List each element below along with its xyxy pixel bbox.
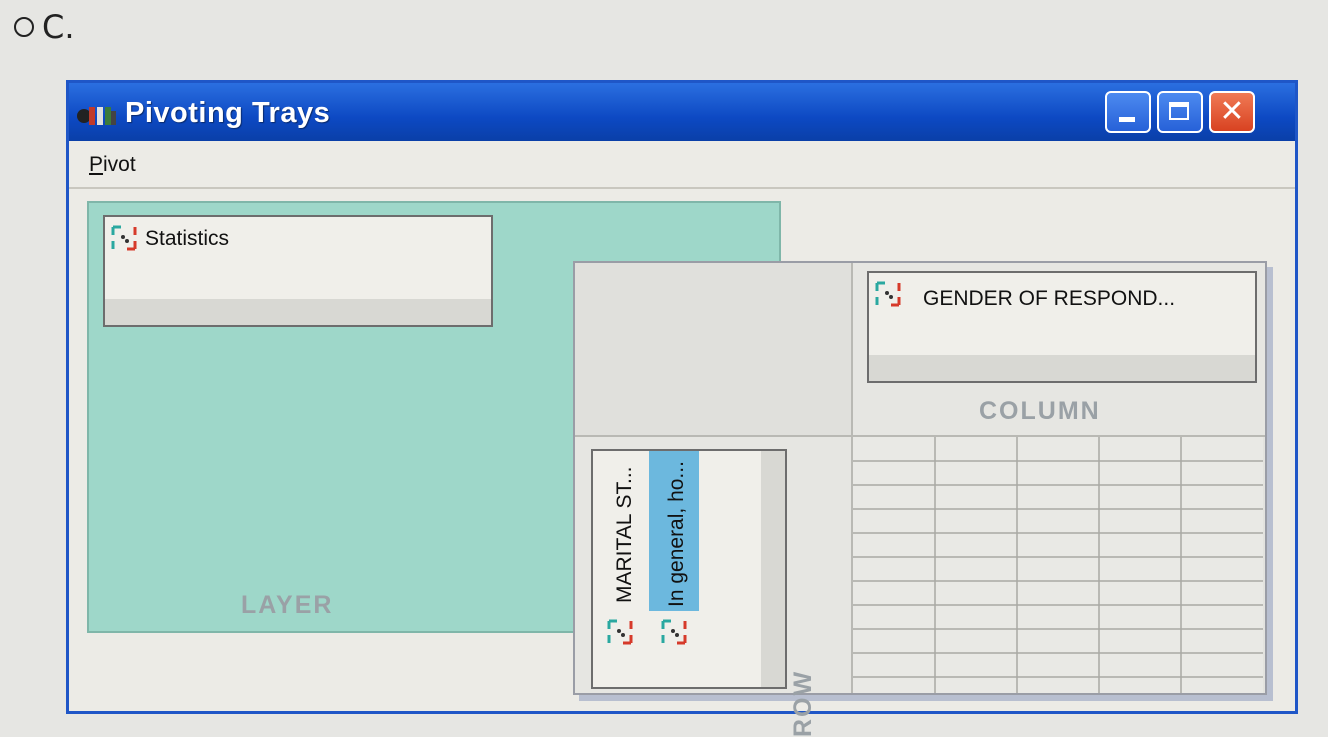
- layer-tray-label: LAYER: [241, 591, 334, 619]
- field-label: MARITAL ST...: [613, 466, 636, 603]
- close-icon: ✕: [1219, 95, 1245, 128]
- field-strip: [761, 451, 785, 687]
- menu-bar: Pivot: [69, 141, 1295, 189]
- window-title: Pivoting Trays: [125, 97, 331, 129]
- grid-lines: [853, 437, 1263, 693]
- option-label: C.: [42, 8, 75, 46]
- answer-option[interactable]: C.: [14, 8, 75, 46]
- corner-cell: [575, 263, 853, 437]
- menu-mnemonic: P: [89, 153, 104, 176]
- app-icon: [77, 107, 116, 125]
- field-strip: [105, 299, 491, 325]
- minimize-button[interactable]: [1105, 91, 1151, 133]
- row-tray-label: ROW: [789, 669, 817, 737]
- tray-area: Statistics LAYER GENDER OF RESPOND... CO…: [69, 189, 1295, 737]
- pivot-field-icon: [875, 281, 901, 307]
- pivot-field-icon: [661, 619, 687, 645]
- pivot-field-icon: [111, 225, 137, 251]
- field-label: GENDER OF RESPOND...: [923, 287, 1176, 310]
- title-bar[interactable]: Pivoting Trays ✕: [69, 83, 1295, 141]
- pivot-field-icon: [607, 619, 633, 645]
- field-label: In general, ho...: [665, 461, 688, 607]
- data-grid: [853, 437, 1263, 693]
- menu-item-label: ivot: [103, 153, 136, 176]
- field-strip: [869, 355, 1255, 381]
- row-fields-box: MARITAL ST... In general, ho...: [591, 449, 787, 689]
- close-button[interactable]: ✕: [1209, 91, 1255, 133]
- row-tray[interactable]: MARITAL ST... In general, ho... ROW: [575, 437, 853, 737]
- radio-button[interactable]: [14, 17, 34, 37]
- column-tray[interactable]: GENDER OF RESPOND... COLUMN: [853, 263, 1265, 437]
- gender-field[interactable]: GENDER OF RESPOND...: [867, 271, 1257, 383]
- pivoting-trays-window: Pivoting Trays ✕ Pivot Statistics LAYER: [66, 80, 1298, 737]
- column-tray-label: COLUMN: [979, 397, 1101, 425]
- menu-item-pivot[interactable]: Pivot: [89, 153, 136, 177]
- field-label: Statistics: [145, 227, 230, 250]
- maximize-button[interactable]: [1157, 91, 1203, 133]
- statistics-field[interactable]: Statistics: [103, 215, 493, 327]
- pivot-panel: GENDER OF RESPOND... COLUMN MARITAL ST..…: [573, 261, 1267, 737]
